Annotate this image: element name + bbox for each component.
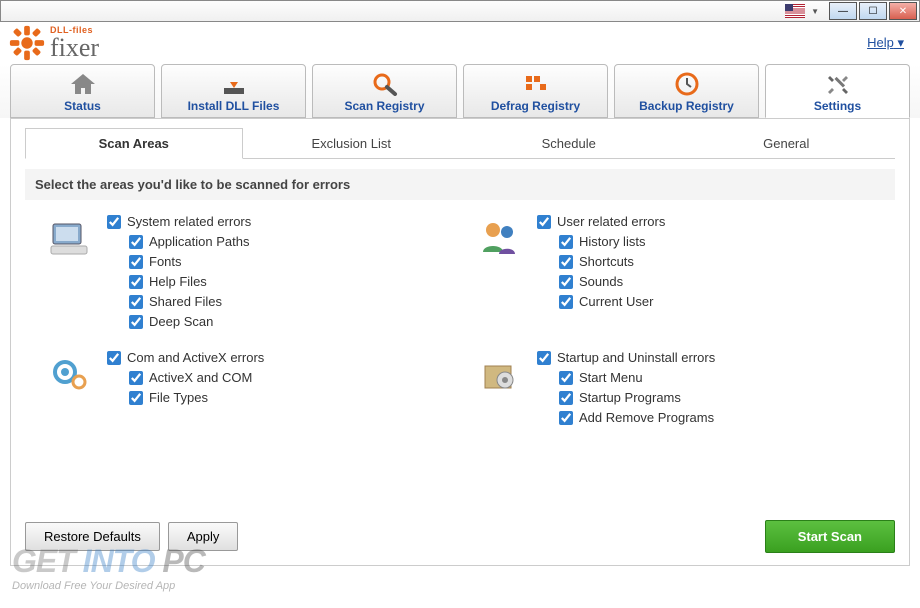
check-fonts[interactable]: Fonts (129, 254, 445, 269)
app-header: DLL-files fixer Help ▾ (0, 22, 920, 64)
main-tab-bar: Status Install DLL Files Scan Registry D… (0, 64, 920, 118)
check-com-errors[interactable]: Com and ActiveX errors (107, 350, 445, 365)
restore-defaults-button[interactable]: Restore Defaults (25, 522, 160, 551)
check-history-lists[interactable]: History lists (559, 234, 875, 249)
instruction-text: Select the areas you'd like to be scanne… (25, 169, 895, 200)
home-icon (69, 72, 97, 96)
scan-groups: System related errors Application Paths … (25, 214, 895, 440)
download-icon (220, 72, 248, 96)
users-icon (477, 216, 523, 262)
logo: DLL-files fixer (8, 24, 99, 62)
subtab-scan-areas[interactable]: Scan Areas (25, 128, 243, 159)
search-icon (371, 72, 399, 96)
subtab-schedule[interactable]: Schedule (460, 128, 678, 159)
check-application-paths[interactable]: Application Paths (129, 234, 445, 249)
check-start-menu[interactable]: Start Menu (559, 370, 875, 385)
check-user-errors[interactable]: User related errors (537, 214, 875, 229)
start-scan-button[interactable]: Start Scan (765, 520, 895, 553)
check-activex-com[interactable]: ActiveX and COM (129, 370, 445, 385)
computer-icon (47, 216, 93, 262)
apply-button[interactable]: Apply (168, 522, 239, 551)
check-add-remove[interactable]: Add Remove Programs (559, 410, 875, 425)
window-titlebar: ▼ — ☐ ✕ (0, 0, 920, 22)
group-startup: Startup and Uninstall errors Start Menu … (475, 350, 875, 430)
package-icon (477, 352, 523, 398)
check-deep-scan[interactable]: Deep Scan (129, 314, 445, 329)
backup-icon (673, 72, 701, 96)
check-system-errors[interactable]: System related errors (107, 214, 445, 229)
sub-tab-bar: Scan Areas Exclusion List Schedule Gener… (25, 127, 895, 159)
check-shortcuts[interactable]: Shortcuts (559, 254, 875, 269)
bottom-button-bar: Restore Defaults Apply Start Scan (25, 520, 895, 553)
subtab-general[interactable]: General (678, 128, 896, 159)
check-startup-programs[interactable]: Startup Programs (559, 390, 875, 405)
tab-settings[interactable]: Settings (765, 64, 910, 118)
gear-logo-icon (8, 24, 46, 62)
minimize-button[interactable]: — (829, 2, 857, 20)
tab-status[interactable]: Status (10, 64, 155, 118)
tab-backup-registry[interactable]: Backup Registry (614, 64, 759, 118)
logo-title: fixer (50, 35, 99, 61)
check-shared-files[interactable]: Shared Files (129, 294, 445, 309)
defrag-icon (522, 72, 550, 96)
check-sounds[interactable]: Sounds (559, 274, 875, 289)
tab-scan-registry[interactable]: Scan Registry (312, 64, 457, 118)
group-system: System related errors Application Paths … (45, 214, 445, 334)
tools-icon (824, 72, 852, 96)
group-com: Com and ActiveX errors ActiveX and COM F… (45, 350, 445, 430)
flag-icon[interactable] (785, 4, 805, 18)
tab-install-dll[interactable]: Install DLL Files (161, 64, 306, 118)
check-file-types[interactable]: File Types (129, 390, 445, 405)
maximize-button[interactable]: ☐ (859, 2, 887, 20)
tab-defrag-registry[interactable]: Defrag Registry (463, 64, 608, 118)
content-panel: Scan Areas Exclusion List Schedule Gener… (10, 118, 910, 566)
help-link[interactable]: Help ▾ (867, 35, 904, 51)
close-button[interactable]: ✕ (889, 2, 917, 20)
check-startup-errors[interactable]: Startup and Uninstall errors (537, 350, 875, 365)
flag-dropdown-icon[interactable]: ▼ (811, 7, 819, 16)
subtab-exclusion-list[interactable]: Exclusion List (243, 128, 461, 159)
group-user: User related errors History lists Shortc… (475, 214, 875, 334)
gears-icon (47, 352, 93, 398)
check-help-files[interactable]: Help Files (129, 274, 445, 289)
check-current-user[interactable]: Current User (559, 294, 875, 309)
